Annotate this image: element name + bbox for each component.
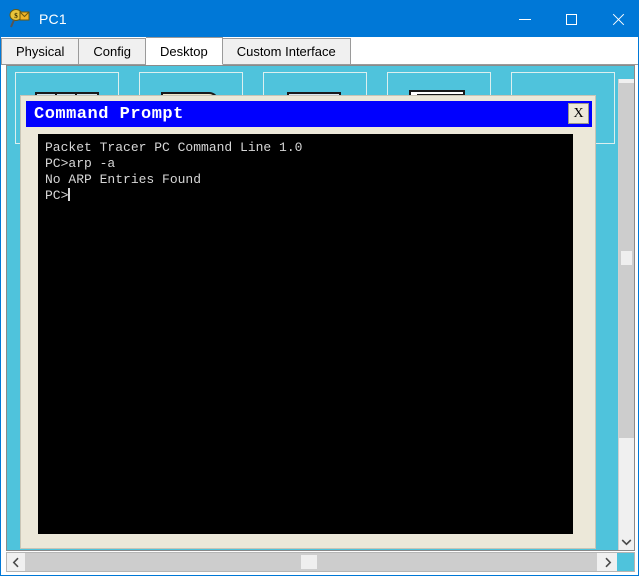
desktop-panel: Command Prompt X Packet Tracer PC Comman… <box>6 65 635 551</box>
tab-bar: Physical Config Desktop Custom Interface <box>1 37 638 65</box>
terminal-line-prompt: PC> <box>42 188 573 204</box>
tab-physical[interactable]: Physical <box>1 38 80 65</box>
desktop-surface: Command Prompt X Packet Tracer PC Comman… <box>7 66 619 550</box>
tab-config[interactable]: Config <box>79 38 146 65</box>
terminal-output[interactable]: Packet Tracer PC Command Line 1.0 PC>arp… <box>38 134 573 534</box>
tab-filler <box>350 38 638 65</box>
terminal-line: PC>arp -a <box>45 156 116 171</box>
horizontal-scrollbar-corner <box>617 553 634 571</box>
maximize-icon <box>565 13 577 25</box>
scroll-down-button[interactable] <box>619 533 634 550</box>
window-controls <box>502 1 638 37</box>
command-prompt-close-button[interactable]: X <box>568 103 589 124</box>
vertical-scroll-thumb-notch <box>621 251 632 265</box>
terminal-cursor <box>68 188 71 201</box>
vertical-scroll-thumb[interactable] <box>619 83 634 438</box>
vertical-scroll-track[interactable] <box>619 83 634 533</box>
minimize-button[interactable] <box>502 1 548 37</box>
close-button[interactable] <box>594 1 638 37</box>
horizontal-scroll-track[interactable] <box>25 553 597 571</box>
maximize-button[interactable] <box>548 1 594 37</box>
packet-tracer-pc-icon: $ <box>9 8 31 30</box>
pc1-window: $ PC1 Physical Config Desktop Custom Int… <box>0 0 639 576</box>
vertical-scrollbar[interactable] <box>618 66 634 550</box>
svg-text:$: $ <box>14 12 18 20</box>
close-icon <box>611 13 624 26</box>
horizontal-scroll-thumb[interactable] <box>301 555 317 569</box>
chevron-left-icon <box>12 557 19 567</box>
tab-custom-interface[interactable]: Custom Interface <box>222 38 351 65</box>
terminal-prompt-text: PC> <box>45 188 69 203</box>
horizontal-scrollbar[interactable] <box>6 552 635 572</box>
scroll-right-button[interactable] <box>599 553 617 571</box>
terminal-line: No ARP Entries Found <box>45 172 202 187</box>
command-prompt-title: Command Prompt <box>34 104 184 124</box>
window-titlebar[interactable]: $ PC1 <box>1 1 638 37</box>
scroll-left-button[interactable] <box>7 553 25 571</box>
tab-desktop[interactable]: Desktop <box>146 37 223 65</box>
chevron-down-icon <box>621 538 632 545</box>
command-prompt-window: Command Prompt X Packet Tracer PC Comman… <box>20 95 596 549</box>
minimize-icon <box>519 18 531 20</box>
terminal-line: Packet Tracer PC Command Line 1.0 <box>45 140 303 155</box>
vertical-scrollbar-corner <box>618 66 634 79</box>
chevron-right-icon <box>605 557 612 567</box>
window-title: PC1 <box>39 11 67 27</box>
command-prompt-titlebar[interactable]: Command Prompt X <box>26 101 592 127</box>
